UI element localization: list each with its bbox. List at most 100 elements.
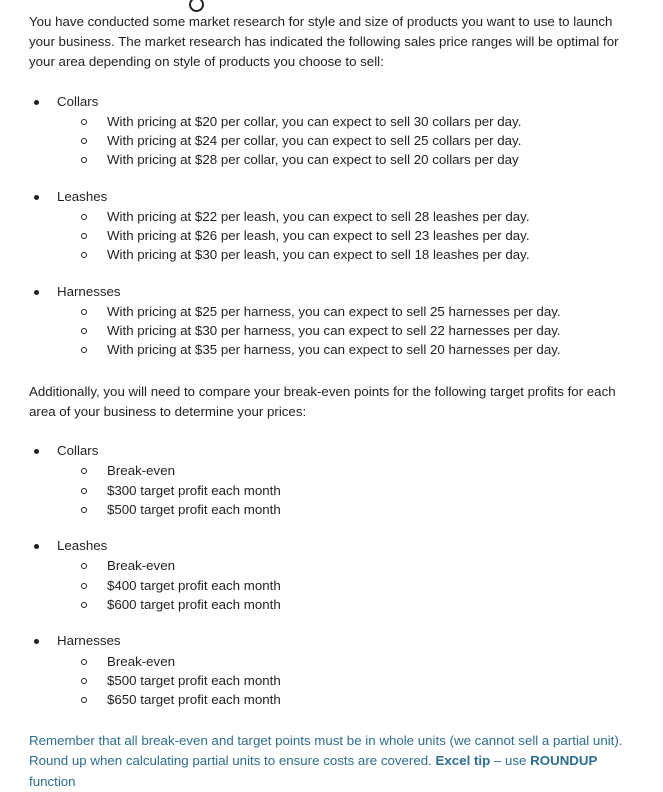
target-group-title: Leashes bbox=[57, 538, 108, 554]
target-profit-list: Collars Break-even $300 target profit ea… bbox=[0, 441, 663, 709]
list-item: With pricing at $22 per leash, you can e… bbox=[0, 207, 663, 226]
list-item: With pricing at $28 per collar, you can … bbox=[0, 150, 663, 169]
circle-bullet-icon bbox=[81, 119, 87, 126]
list-item-text: $600 target profit each month bbox=[107, 596, 281, 612]
circle-bullet-icon bbox=[81, 138, 87, 145]
disc-bullet-icon bbox=[34, 449, 39, 455]
list-item: Break-even bbox=[0, 461, 663, 480]
disc-bullet-icon bbox=[34, 639, 39, 645]
pricing-group-harnesses: Harnesses With pricing at $25 per harnes… bbox=[0, 282, 663, 360]
list-item: With pricing at $24 per collar, you can … bbox=[0, 131, 663, 150]
document-page: You have conducted some market research … bbox=[0, 0, 663, 789]
circle-bullet-icon bbox=[81, 601, 87, 608]
target-group-harnesses: Harnesses Break-even $500 target profit … bbox=[0, 631, 663, 709]
pricing-group-title: Harnesses bbox=[57, 283, 121, 299]
list-item-text: Break-even bbox=[107, 463, 175, 479]
list-item-label: Harnesses bbox=[0, 282, 663, 302]
note-text-2: – use bbox=[490, 753, 531, 769]
pricing-sublist: With pricing at $22 per leash, you can e… bbox=[0, 207, 663, 265]
target-sublist: Break-even $300 target profit each month… bbox=[0, 461, 663, 519]
list-item: With pricing at $30 per leash, you can e… bbox=[0, 245, 663, 264]
circle-bullet-icon bbox=[81, 252, 87, 259]
list-item: With pricing at $20 per collar, you can … bbox=[0, 112, 663, 131]
circle-bullet-icon bbox=[81, 468, 87, 475]
list-item: With pricing at $30 per harness, you can… bbox=[0, 321, 663, 340]
list-item-text: With pricing at $30 per harness, you can… bbox=[107, 323, 561, 339]
list-item-text: $500 target profit each month bbox=[107, 672, 281, 688]
pricing-sublist: With pricing at $25 per harness, you can… bbox=[0, 302, 663, 360]
disc-bullet-icon bbox=[34, 289, 39, 295]
target-sublist: Break-even $400 target profit each month… bbox=[0, 556, 663, 614]
pricing-sublist: With pricing at $20 per collar, you can … bbox=[0, 112, 663, 170]
list-item: $400 target profit each month bbox=[0, 576, 663, 595]
pricing-group-collars: Collars With pricing at $20 per collar, … bbox=[0, 92, 663, 170]
list-item-text: With pricing at $30 per leash, you can e… bbox=[107, 247, 530, 263]
circle-bullet-icon bbox=[81, 328, 87, 335]
list-item-text: With pricing at $24 per collar, you can … bbox=[107, 133, 522, 149]
circle-bullet-icon bbox=[81, 487, 87, 494]
list-item-text: With pricing at $28 per collar, you can … bbox=[107, 152, 519, 168]
circle-bullet-icon bbox=[81, 582, 87, 589]
intro-paragraph: You have conducted some market research … bbox=[29, 14, 619, 70]
list-item: Break-even bbox=[0, 556, 663, 575]
note-text-3: function bbox=[29, 773, 76, 789]
circle-bullet-icon bbox=[81, 347, 87, 354]
target-group-title: Harnesses bbox=[57, 633, 121, 649]
circle-bullet-icon bbox=[81, 696, 87, 703]
list-item-text: $650 target profit each month bbox=[107, 691, 281, 707]
circle-bullet-icon bbox=[81, 658, 87, 665]
list-item: $600 target profit each month bbox=[0, 595, 663, 614]
list-item: $300 target profit each month bbox=[0, 481, 663, 500]
list-item-text: Break-even bbox=[107, 558, 175, 574]
list-item-text: With pricing at $35 per harness, you can… bbox=[107, 342, 561, 358]
hollow-circle-bullet-icon bbox=[189, 0, 204, 12]
list-item: With pricing at $25 per harness, you can… bbox=[0, 302, 663, 321]
list-item: $500 target profit each month bbox=[0, 671, 663, 690]
list-item-label: Collars bbox=[0, 441, 663, 461]
list-item-text: Break-even bbox=[107, 653, 175, 669]
pricing-group-title: Collars bbox=[57, 93, 99, 109]
list-item-text: With pricing at $20 per collar, you can … bbox=[107, 114, 522, 130]
circle-bullet-icon bbox=[81, 309, 87, 316]
list-item-label: Harnesses bbox=[0, 631, 663, 651]
rounding-note: Remember that all break-even and target … bbox=[0, 731, 663, 792]
list-item: With pricing at $26 per leash, you can e… bbox=[0, 226, 663, 245]
list-item-text: With pricing at $22 per leash, you can e… bbox=[107, 209, 530, 225]
list-item-label: Leashes bbox=[0, 536, 663, 556]
list-item-text: $400 target profit each month bbox=[107, 577, 281, 593]
target-group-collars: Collars Break-even $300 target profit ea… bbox=[0, 441, 663, 519]
disc-bullet-icon bbox=[34, 99, 39, 105]
list-item: $650 target profit each month bbox=[0, 690, 663, 709]
disc-bullet-icon bbox=[34, 194, 39, 200]
circle-bullet-icon bbox=[81, 233, 87, 240]
pricing-group-title: Leashes bbox=[57, 188, 108, 204]
note-bold-roundup: ROUNDUP bbox=[530, 753, 598, 769]
document-body: You have conducted some market research … bbox=[0, 12, 663, 792]
circle-bullet-icon bbox=[81, 677, 87, 684]
circle-bullet-icon bbox=[81, 214, 87, 221]
pricing-group-leashes: Leashes With pricing at $22 per leash, y… bbox=[0, 187, 663, 265]
list-item-label: Collars bbox=[0, 92, 663, 112]
circle-bullet-icon bbox=[81, 563, 87, 570]
additionally-paragraph: Additionally, you will need to compare y… bbox=[29, 383, 616, 419]
pricing-list: Collars With pricing at $20 per collar, … bbox=[0, 92, 663, 360]
list-item-text: $500 target profit each month bbox=[107, 501, 281, 517]
target-group-title: Collars bbox=[57, 443, 99, 459]
list-item-text: With pricing at $26 per leash, you can e… bbox=[107, 228, 530, 244]
target-group-leashes: Leashes Break-even $400 target profit ea… bbox=[0, 536, 663, 614]
list-item: Break-even bbox=[0, 652, 663, 671]
circle-bullet-icon bbox=[81, 506, 87, 513]
note-bold-excel-tip: Excel tip bbox=[435, 753, 491, 769]
list-item-label: Leashes bbox=[0, 187, 663, 207]
list-item-text: With pricing at $25 per harness, you can… bbox=[107, 304, 561, 320]
list-item: With pricing at $35 per harness, you can… bbox=[0, 340, 663, 359]
disc-bullet-icon bbox=[34, 544, 39, 550]
circle-bullet-icon bbox=[81, 157, 87, 164]
list-item-text: $300 target profit each month bbox=[107, 482, 281, 498]
list-item: $500 target profit each month bbox=[0, 500, 663, 519]
target-sublist: Break-even $500 target profit each month… bbox=[0, 652, 663, 710]
